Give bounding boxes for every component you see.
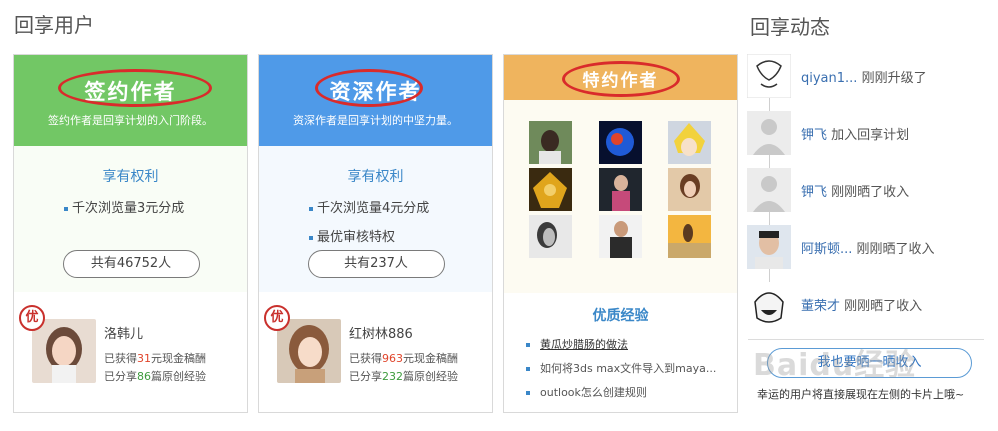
benefit-list: 千次浏览量4元分成 最优审核特权 bbox=[259, 194, 492, 252]
benefit-item: 最优审核特权 bbox=[309, 223, 492, 252]
member-count-button[interactable]: 共有46752人 bbox=[62, 250, 200, 278]
author-shared: 已分享232篇原创经验 bbox=[349, 370, 458, 383]
feed-username[interactable]: 阿斯顿... bbox=[801, 242, 852, 257]
experience-link[interactable]: outlook怎么创建规则 bbox=[526, 381, 716, 405]
benefit-title: 享有权利 bbox=[102, 169, 159, 185]
card-subtitle: 资深作者是回享计划的中坚力量。 bbox=[293, 114, 458, 127]
feed-text: qiyan1... 刚刚升级了 bbox=[801, 71, 927, 86]
author-avatar[interactable] bbox=[599, 215, 642, 258]
feed-tip: 幸运的用户将直接展现在左侧的卡片上哦~ bbox=[757, 388, 965, 401]
author-avatar[interactable] bbox=[529, 121, 572, 164]
card-header: 特约作者 bbox=[504, 55, 737, 108]
feed-username[interactable]: 董荣才 bbox=[801, 299, 840, 314]
feed-text: 钾飞 加入回享计划 bbox=[801, 128, 910, 143]
author-avatar[interactable] bbox=[599, 168, 642, 211]
author-avatar[interactable] bbox=[668, 168, 711, 211]
benefit-item: 千次浏览量4元分成 bbox=[309, 194, 492, 223]
benefit-area: 享有权利 千次浏览量4元分成 最优审核特权 共有237人 bbox=[259, 146, 492, 292]
experience-link[interactable]: 如何将3ds max文件导入到maya... bbox=[526, 357, 716, 381]
featured-author[interactable]: 优 洛韩儿 已获得31元现金稿酬 已分享86篇原创经验 bbox=[14, 292, 247, 412]
benefit-list: 千次浏览量3元分成 bbox=[14, 194, 247, 223]
user-avatar[interactable] bbox=[747, 54, 791, 98]
experience-title: 优质经验 bbox=[592, 308, 649, 324]
author-name[interactable]: 洛韩儿 bbox=[104, 323, 143, 342]
card-subtitle: 签约作者是回享计划的入门阶段。 bbox=[48, 114, 213, 127]
feed-username[interactable]: 钾飞 bbox=[801, 128, 827, 143]
card-senior-author: 资深作者 资深作者是回享计划的中坚力量。 享有权利 千次浏览量4元分成 最优审核… bbox=[258, 54, 493, 413]
default-avatar-icon[interactable] bbox=[747, 168, 791, 212]
feed-text: 阿斯顿... 刚刚晒了收入 bbox=[801, 242, 935, 257]
card-title: 特约作者 bbox=[582, 71, 659, 91]
experience-link[interactable]: 黄瓜炒腊肠的做法 bbox=[526, 333, 716, 357]
author-avatar[interactable] bbox=[668, 215, 711, 258]
author-avatar[interactable] bbox=[277, 319, 341, 383]
excellent-badge-icon: 优 bbox=[19, 305, 45, 331]
benefit-item: 千次浏览量3元分成 bbox=[64, 194, 247, 223]
benefit-area: 享有权利 千次浏览量3元分成 共有46752人 bbox=[14, 146, 247, 292]
excellent-badge-icon: 优 bbox=[264, 305, 290, 331]
featured-author[interactable]: 优 红树林886 已获得963元现金稿酬 已分享232篇原创经验 bbox=[259, 292, 492, 412]
member-count-button[interactable]: 共有237人 bbox=[307, 250, 445, 278]
author-shared: 已分享86篇原创经验 bbox=[104, 370, 206, 383]
author-avatar[interactable] bbox=[529, 215, 572, 258]
author-name[interactable]: 红树林886 bbox=[349, 323, 413, 342]
section-title-users: 回享用户 bbox=[14, 13, 94, 37]
card-title: 签约作者 bbox=[84, 80, 177, 104]
benefit-title: 享有权利 bbox=[347, 169, 404, 185]
feed-text: 董荣才 刚刚晒了收入 bbox=[801, 299, 923, 314]
experience-list: 黄瓜炒腊肠的做法 如何将3ds max文件导入到maya... outlook怎… bbox=[526, 333, 716, 405]
card-header: 资深作者 资深作者是回享计划的中坚力量。 bbox=[259, 55, 492, 154]
author-earnings: 已获得963元现金稿酬 bbox=[349, 352, 458, 365]
user-avatar[interactable] bbox=[747, 225, 791, 269]
author-avatar[interactable] bbox=[599, 121, 642, 164]
card-signed-author: 签约作者 签约作者是回享计划的入门阶段。 享有权利 千次浏览量3元分成 共有46… bbox=[13, 54, 248, 413]
author-avatar[interactable] bbox=[529, 168, 572, 211]
author-avatar[interactable] bbox=[32, 319, 96, 383]
card-header: 签约作者 签约作者是回享计划的入门阶段。 bbox=[14, 55, 247, 154]
watermark-logo: Baidu经验 bbox=[753, 348, 917, 383]
author-avatar[interactable] bbox=[668, 121, 711, 164]
card-special-author: 特约作者 优质经验 黄瓜炒腊肠的做法 如何将3ds max文件导入到maya..… bbox=[503, 54, 738, 413]
feed-username[interactable]: 钾飞 bbox=[801, 185, 827, 200]
user-avatar[interactable] bbox=[747, 282, 791, 326]
author-earnings: 已获得31元现金稿酬 bbox=[104, 352, 206, 365]
default-avatar-icon[interactable] bbox=[747, 111, 791, 155]
feed-username[interactable]: qiyan1... bbox=[801, 71, 857, 86]
section-title-feed: 回享动态 bbox=[750, 15, 830, 39]
card-title: 资深作者 bbox=[329, 80, 422, 104]
feed-text: 钾飞 刚刚晒了收入 bbox=[801, 185, 910, 200]
